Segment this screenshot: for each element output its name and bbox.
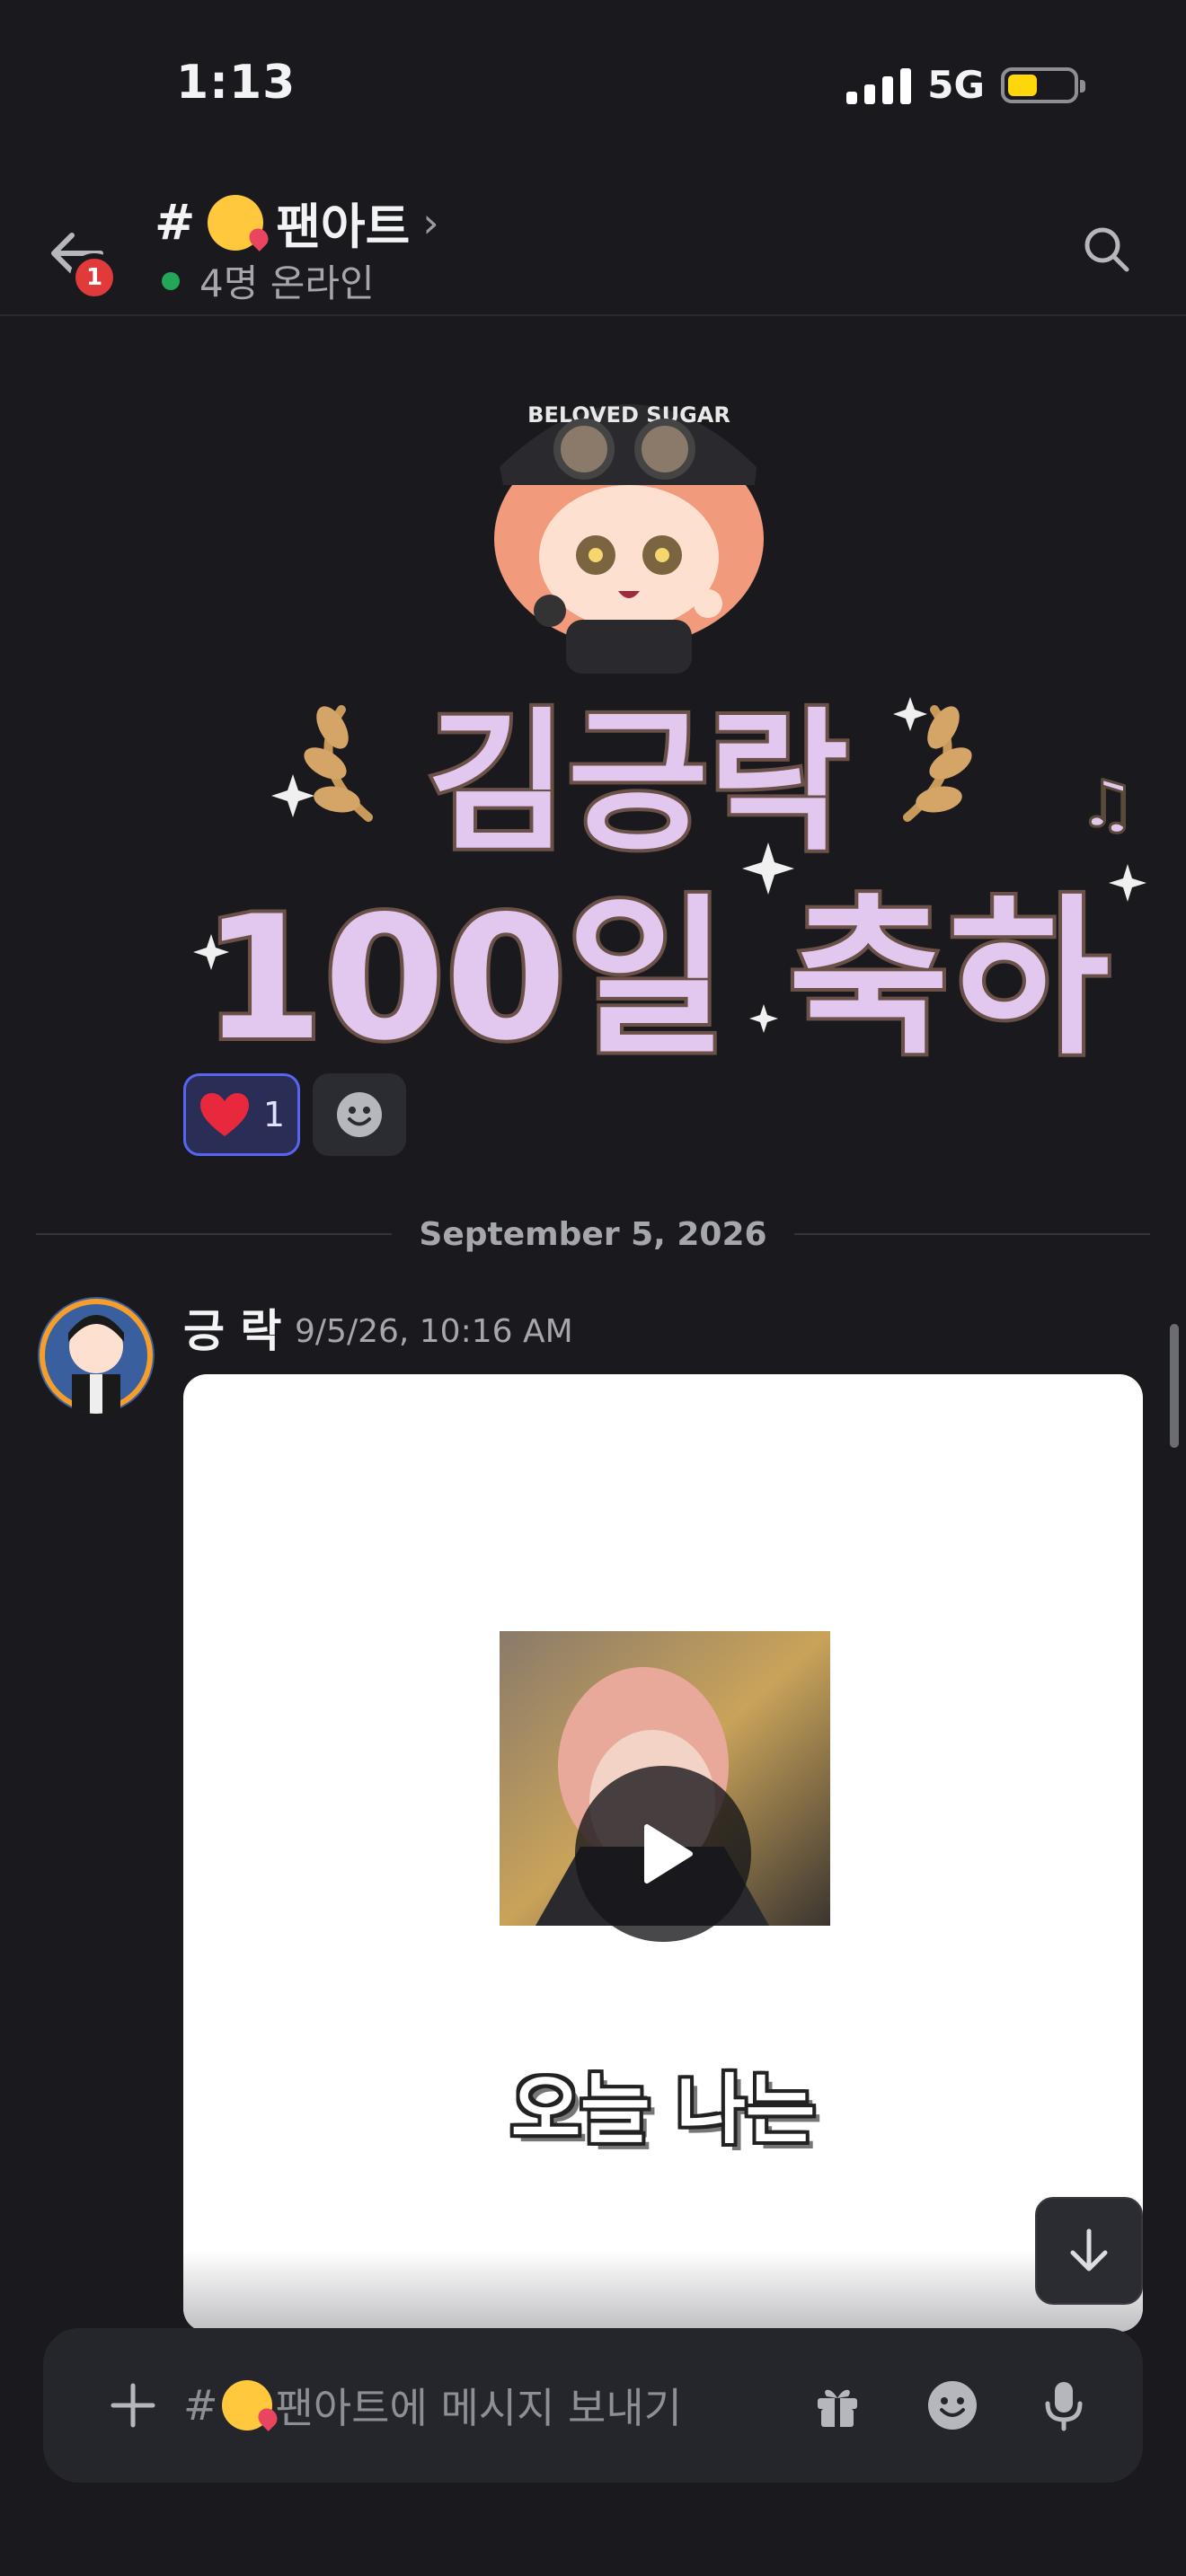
signal-icon — [846, 66, 912, 104]
placeholder-hash: # — [183, 2381, 218, 2430]
emoji-icon — [928, 2381, 977, 2430]
add-reaction-button[interactable] — [313, 1073, 406, 1156]
reaction-heart-button[interactable]: 1 — [183, 1073, 300, 1156]
gift-icon — [818, 2389, 857, 2427]
search-button[interactable] — [1071, 214, 1143, 286]
message-author[interactable]: 긍 락 — [183, 1295, 281, 1360]
mic-icon — [1045, 2382, 1083, 2431]
battery-level — [1008, 74, 1037, 96]
video-attachment[interactable]: 오늘 나는 — [183, 1374, 1143, 2332]
reaction-count: 1 — [262, 1095, 286, 1134]
message-placeholder: 팬아트에 메시지 보내기 — [275, 2384, 682, 2432]
svg-text:♫: ♫ — [1078, 766, 1137, 842]
date-divider-label: September 5, 2026 — [419, 1215, 767, 1253]
sticker-line2: 100일 축하 — [202, 879, 1110, 1060]
channel-title[interactable]: # 팬아트 › — [155, 187, 439, 258]
online-dot-icon — [162, 271, 180, 290]
plus-icon — [111, 2383, 155, 2428]
message-input[interactable]: # 팬아트에 메시지 보내기 — [183, 2369, 812, 2441]
online-status: 4명 온라인 — [162, 253, 375, 308]
celebration-sticker[interactable]: BELOVED SUGAR ♫ 김긍락 100일 축하 — [180, 359, 1150, 1081]
sticker-artwork: BELOVED SUGAR ♫ 김긍락 100일 축하 — [193, 402, 1146, 1081]
video-caption: 오늘 나는 — [510, 2066, 816, 2154]
sticker-cap-text: BELOVED SUGAR — [527, 402, 730, 428]
message-composer: # 팬아트에 메시지 보내기 — [43, 2328, 1143, 2483]
sticker-line1: 김긍락 — [427, 694, 848, 872]
status-indicators: 5G — [846, 63, 1085, 107]
arrow-down-icon — [1070, 2228, 1108, 2272]
play-button[interactable] — [575, 1766, 751, 1942]
date-divider: September 5, 2026 — [36, 1213, 1150, 1256]
scrollbar[interactable] — [1170, 1324, 1179, 1448]
kiss-emoji-icon — [221, 2380, 272, 2430]
voice-message-button[interactable] — [1026, 2368, 1102, 2443]
heart-icon — [199, 1093, 249, 1136]
emoji-button[interactable] — [915, 2368, 990, 2443]
battery-icon — [1001, 66, 1085, 103]
avatar[interactable] — [38, 1297, 155, 1414]
channel-header: 1 # 팬아트 › 4명 온라인 — [0, 171, 1186, 316]
attachment-fade — [183, 2251, 1143, 2332]
chevron-right-icon: › — [422, 198, 439, 247]
jump-to-present-button[interactable] — [1035, 2197, 1143, 2305]
unread-badge: 1 — [70, 253, 119, 302]
status-time: 1:13 — [176, 56, 296, 110]
kiss-emoji-icon — [208, 194, 264, 251]
add-reaction-icon — [337, 1092, 382, 1137]
message-timestamp: 9/5/26, 10:16 AM — [295, 1313, 573, 1350]
search-icon — [1084, 227, 1129, 272]
network-label: 5G — [927, 63, 985, 107]
channel-hash: # — [155, 194, 196, 251]
channel-name: 팬아트 — [276, 198, 411, 255]
attach-button[interactable] — [95, 2368, 171, 2443]
play-icon — [644, 1824, 693, 1883]
gift-button[interactable] — [800, 2368, 875, 2443]
online-count: 4명 온라인 — [199, 261, 375, 305]
